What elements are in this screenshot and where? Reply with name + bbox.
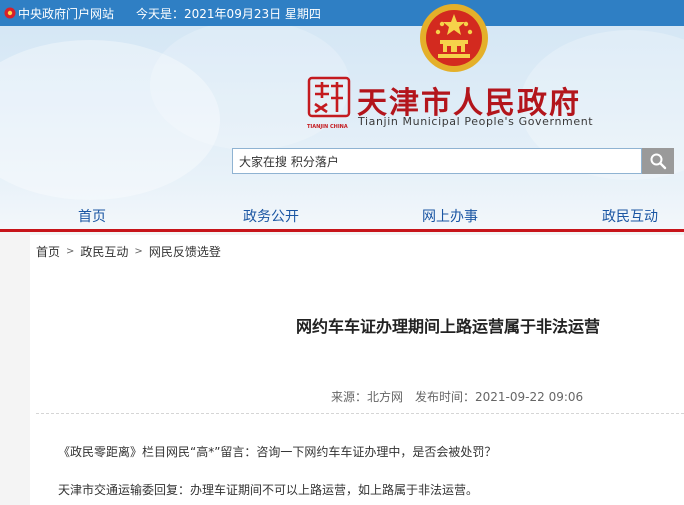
search-icon bbox=[650, 153, 667, 170]
chevron-right-icon: > bbox=[134, 246, 143, 257]
article-title: 网约车车证办理期间上路运营属于非法运营 bbox=[296, 317, 601, 336]
home-icon bbox=[4, 7, 16, 19]
logo-caption: TIANJIN CHINA bbox=[307, 124, 348, 130]
main-nav: 首页 政务公开 网上办事 政民互动 bbox=[0, 202, 684, 230]
central-gov-portal-link[interactable]: 中央政府门户网站 bbox=[4, 5, 114, 22]
header-banner: 中央政府门户网站 今天是：2021年09月23日 星期四 TIANJIN CHI… bbox=[0, 0, 684, 230]
article-publish-time: 发布时间：2021-09-22 09:06 bbox=[415, 390, 584, 404]
top-bar: 中央政府门户网站 今天是：2021年09月23日 星期四 bbox=[0, 0, 684, 26]
breadcrumb-home[interactable]: 首页 bbox=[36, 243, 60, 260]
national-emblem-icon bbox=[420, 4, 488, 72]
article-paragraph: 天津市交通运输委回复：办理车证期间不可以上路运营，如上路属于非法运营。 bbox=[58, 483, 479, 497]
nav-item-online-services[interactable]: 网上办事 bbox=[422, 206, 478, 226]
nav-item-interaction[interactable]: 政民互动 bbox=[602, 206, 658, 226]
article-paragraph: 《政民零距离》栏目网民“高*”留言：咨询一下网约车车证办理中，是否会被处罚？ bbox=[58, 445, 497, 459]
nav-item-gov-affairs[interactable]: 政务公开 bbox=[243, 206, 299, 226]
site-title-english: Tianjin Municipal People's Government bbox=[358, 115, 594, 128]
nav-divider bbox=[0, 229, 684, 232]
nav-item-home[interactable]: 首页 bbox=[78, 206, 106, 226]
breadcrumb-feedback[interactable]: 网民反馈选登 bbox=[149, 243, 221, 260]
search-input[interactable] bbox=[232, 148, 642, 174]
article-source: 来源：北方网 bbox=[331, 390, 404, 404]
chevron-right-icon: > bbox=[66, 246, 75, 257]
tianjin-logo bbox=[307, 76, 351, 118]
search-bar bbox=[232, 148, 674, 174]
breadcrumb-interaction[interactable]: 政民互动 bbox=[80, 243, 128, 260]
breadcrumb: 首页 > 政民互动 > 网民反馈选登 bbox=[36, 243, 221, 260]
content-card bbox=[30, 235, 684, 505]
search-button[interactable] bbox=[642, 148, 674, 174]
article-meta: 来源：北方网 发布时间：2021-09-22 09:06 bbox=[331, 388, 583, 405]
central-gov-portal-label: 中央政府门户网站 bbox=[18, 6, 115, 21]
meta-divider bbox=[36, 413, 684, 414]
date-text: 今天是：2021年09月23日 星期四 bbox=[136, 6, 321, 21]
